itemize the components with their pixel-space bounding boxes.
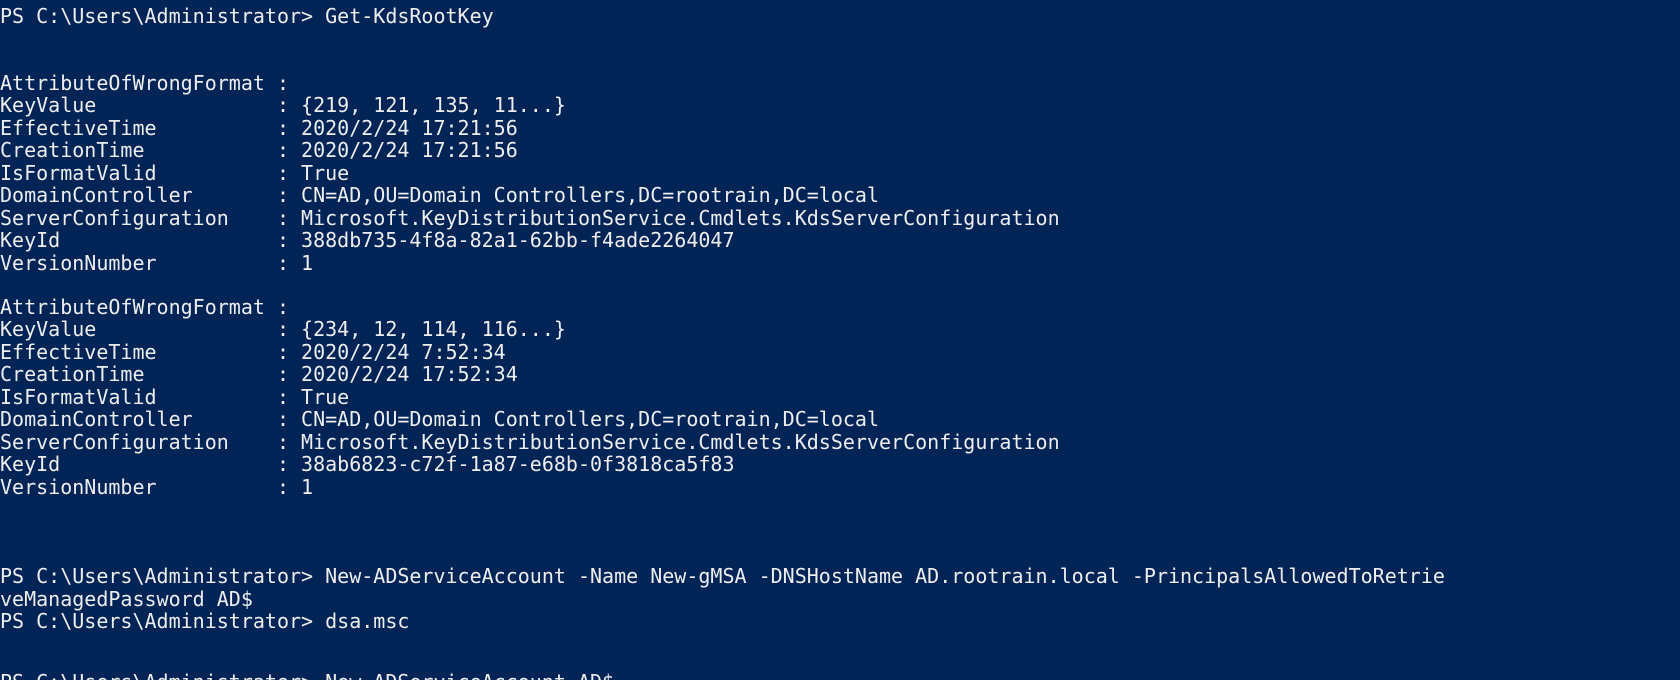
console-line-versionnumber: VersionNumber : 1 bbox=[0, 251, 314, 275]
console-line-domaincontroller: DomainController : CN=AD,OU=Domain Contr… bbox=[0, 183, 879, 207]
console-line-effectivetime: EffectiveTime : 2020/2/24 7:52:34 bbox=[0, 340, 506, 364]
console-line-attribute: AttributeOfWrongFormat : bbox=[0, 295, 289, 319]
console-line-keyvalue: KeyValue : {234, 12, 114, 116...} bbox=[0, 317, 566, 341]
console-line-attribute: AttributeOfWrongFormat : bbox=[0, 71, 289, 95]
console-line-serverconfiguration: ServerConfiguration : Microsoft.KeyDistr… bbox=[0, 206, 1060, 230]
console-line-versionnumber: VersionNumber : 1 bbox=[0, 475, 314, 499]
console-line-domaincontroller: DomainController : CN=AD,OU=Domain Contr… bbox=[0, 407, 879, 431]
console-line-wrapped-continuation: veManagedPassword AD$ bbox=[0, 587, 253, 611]
console-line-keyid: KeyId : 388db735-4f8a-82a1-62bb-f4ade226… bbox=[0, 228, 735, 252]
powershell-console[interactable]: PS C:\Users\Administrator> Get-KdsRootKe… bbox=[0, 0, 1680, 680]
console-line-effectivetime: EffectiveTime : 2020/2/24 17:21:56 bbox=[0, 116, 518, 140]
console-line-prompt-partial: PS C:\Users\Administrator> New-ADService… bbox=[0, 670, 614, 680]
console-line-keyvalue: KeyValue : {219, 121, 135, 11...} bbox=[0, 93, 566, 117]
console-line-creationtime: CreationTime : 2020/2/24 17:21:56 bbox=[0, 138, 518, 162]
console-line-keyid: KeyId : 38ab6823-c72f-1a87-e68b-0f3818ca… bbox=[0, 452, 735, 476]
console-line-isformatvalid: IsFormatValid : True bbox=[0, 385, 350, 409]
console-line-creationtime: CreationTime : 2020/2/24 17:52:34 bbox=[0, 362, 518, 386]
console-line-prompt-new-adserviceaccount: PS C:\Users\Administrator> New-ADService… bbox=[0, 564, 1445, 588]
console-line-prompt-dsa-msc: PS C:\Users\Administrator> dsa.msc bbox=[0, 609, 410, 633]
console-line-serverconfiguration: ServerConfiguration : Microsoft.KeyDistr… bbox=[0, 430, 1060, 454]
console-line-isformatvalid: IsFormatValid : True bbox=[0, 161, 350, 185]
console-line-prompt-get-kdsrootkey: PS C:\Users\Administrator> Get-KdsRootKe… bbox=[0, 4, 494, 28]
